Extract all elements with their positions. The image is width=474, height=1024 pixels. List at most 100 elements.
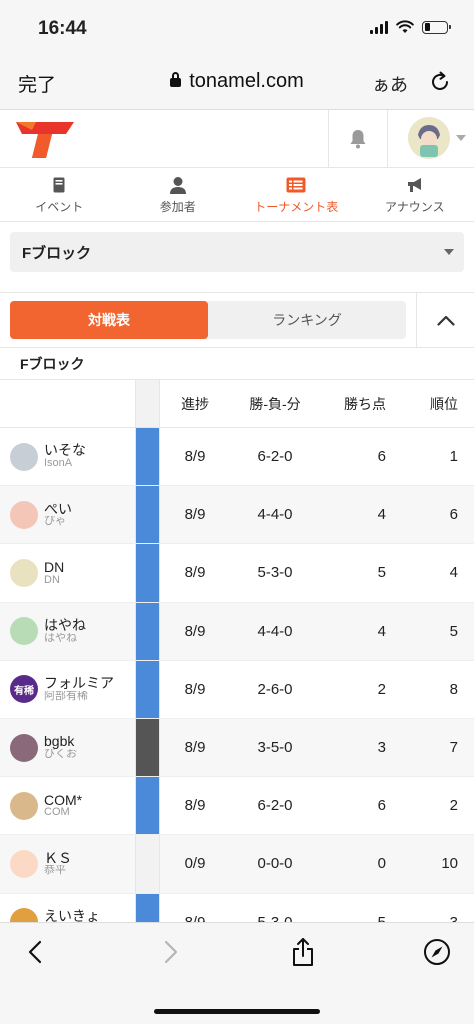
block-select-value: Fブロック — [22, 244, 92, 262]
block-select[interactable]: Fブロック — [10, 232, 464, 272]
tab-announce[interactable]: アナウンス — [356, 168, 474, 221]
header-wld: 勝-負-分 — [249, 395, 301, 412]
player-cell: bgbk びくお — [0, 718, 136, 777]
back-button[interactable] — [20, 937, 50, 967]
nav-tabs: イベント 参加者 トーナメント表 アナウンス — [0, 168, 474, 222]
points-cell: 6 — [377, 448, 386, 466]
rank-cell: 8 — [449, 680, 458, 698]
rank-cell: 5 — [449, 622, 458, 640]
player-cell: いそな IsonA — [0, 428, 136, 486]
block-title: Fブロック — [0, 348, 474, 380]
player-subname: IsonA — [44, 458, 73, 470]
status-bar-cell — [136, 486, 160, 544]
status-bar: 16:44 — [0, 0, 474, 58]
share-button[interactable] — [288, 937, 318, 967]
rank-cell: 1 — [449, 448, 458, 466]
chevron-down-icon — [456, 135, 466, 141]
user-menu[interactable] — [408, 117, 466, 159]
player-cell: DN DN — [0, 544, 136, 602]
player-names: ＫＳ 恭平 — [44, 851, 72, 877]
player-subname: COM — [44, 807, 70, 819]
status-bar-cell — [136, 718, 160, 777]
progress-cell: 0/9 — [184, 855, 206, 873]
player-avatar — [10, 558, 38, 587]
player-avatar — [10, 500, 38, 529]
safari-toolbar — [0, 922, 474, 1024]
status-bar-cell — [136, 835, 160, 893]
player-cell: ＫＳ 恭平 — [0, 835, 136, 893]
battery-icon — [422, 20, 451, 34]
url-text: tonamel.com — [189, 70, 304, 92]
progress-cell: 8/9 — [184, 680, 206, 698]
notification-button[interactable] — [328, 110, 388, 168]
reload-icon[interactable] — [428, 70, 452, 94]
table-row[interactable]: いそな IsonA 8/9 6-2-0 6 1 — [0, 428, 474, 487]
back-icon — [28, 940, 42, 964]
tab-event[interactable]: イベント — [0, 168, 119, 221]
player-name: COM* — [44, 792, 83, 808]
player-name: いそな — [44, 443, 86, 459]
tab-matchups[interactable]: 対戦表 — [10, 301, 208, 339]
player-avatar — [10, 442, 38, 471]
header-progress: 進捗 — [181, 395, 209, 412]
status-bar-cell — [136, 660, 160, 718]
tab-announce-label: アナウンス — [384, 200, 445, 214]
player-avatar — [10, 849, 38, 878]
rank-cell: 4 — [449, 564, 458, 582]
tonamel-logo[interactable] — [16, 120, 78, 160]
forward-button[interactable] — [156, 937, 186, 967]
player-names: いそな IsonA — [44, 443, 86, 469]
table-row[interactable]: ぺい ぴゃ 8/9 4-4-0 4 6 — [0, 486, 474, 545]
rank-cell: 6 — [449, 506, 458, 524]
table-row[interactable]: 有稀 フォルミア 阿部有稀 8/9 2-6-0 2 8 — [0, 660, 474, 719]
player-subname: はやね — [44, 632, 77, 644]
table-row[interactable]: DN DN 8/9 5-3-0 5 4 — [0, 544, 474, 603]
collapse-button[interactable] — [416, 293, 474, 347]
points-cell: 6 — [377, 797, 386, 815]
lock-icon — [170, 72, 182, 87]
tab-ranking[interactable]: ランキング — [208, 301, 406, 339]
table-row[interactable]: ＫＳ 恭平 0/9 0-0-0 0 10 — [0, 835, 474, 894]
tab-participants[interactable]: 参加者 — [119, 168, 238, 221]
user-avatar — [408, 117, 450, 159]
points-cell: 3 — [377, 739, 386, 757]
wld-cell: 2-6-0 — [257, 680, 293, 698]
table-body: いそな IsonA 8/9 6-2-0 6 1 ぺい ぴゃ 8/9 4-4-0 … — [0, 428, 474, 952]
points-cell: 0 — [377, 855, 386, 873]
points-cell: 2 — [377, 680, 386, 698]
text-size-button[interactable]: ぁあ — [372, 71, 408, 97]
table-row[interactable]: bgbk びくお 8/9 3-5-0 3 7 — [0, 718, 474, 778]
wld-cell: 5-3-0 — [257, 564, 293, 582]
safari-address-bar: 完了 tonamel.com ぁあ — [0, 58, 474, 110]
home-indicator — [154, 1009, 320, 1014]
view-toggle: 対戦表 ランキング — [10, 301, 406, 339]
player-cell: ぺい ぴゃ — [0, 486, 136, 544]
share-icon — [293, 938, 313, 966]
status-bar-cell — [136, 602, 160, 660]
points-cell: 4 — [377, 622, 386, 640]
player-subname: 恭平 — [44, 865, 66, 877]
block-select-wrapper: Fブロック — [0, 222, 474, 282]
table-row[interactable]: COM* COM 8/9 6-2-0 6 2 — [0, 777, 474, 836]
compass-icon — [424, 939, 450, 965]
table-row[interactable]: はやね はやね 8/9 4-4-0 4 5 — [0, 602, 474, 661]
player-cell: はやね はやね — [0, 602, 136, 660]
compass-button[interactable] — [422, 937, 452, 967]
player-cell: COM* COM — [0, 777, 136, 835]
player-name: フォルミア — [44, 676, 114, 691]
tab-tournament[interactable]: トーナメント表 — [237, 168, 356, 221]
tab-participants-label: 参加者 — [159, 200, 196, 214]
player-subname: 阿部有稀 — [44, 690, 88, 702]
status-bar-cell — [136, 544, 160, 602]
player-subname: びくお — [44, 749, 77, 761]
progress-cell: 8/9 — [184, 506, 206, 524]
player-names: DN DN — [44, 560, 64, 586]
player-name: ＫＳ — [44, 850, 72, 866]
player-name: DN — [44, 559, 65, 575]
avatar-text: 有稀 — [14, 685, 34, 697]
header-rank: 順位 — [430, 395, 458, 412]
forward-icon — [164, 940, 178, 964]
progress-cell: 8/9 — [184, 564, 206, 582]
header-bar-col — [136, 380, 160, 427]
player-name: bgbk — [44, 734, 75, 750]
